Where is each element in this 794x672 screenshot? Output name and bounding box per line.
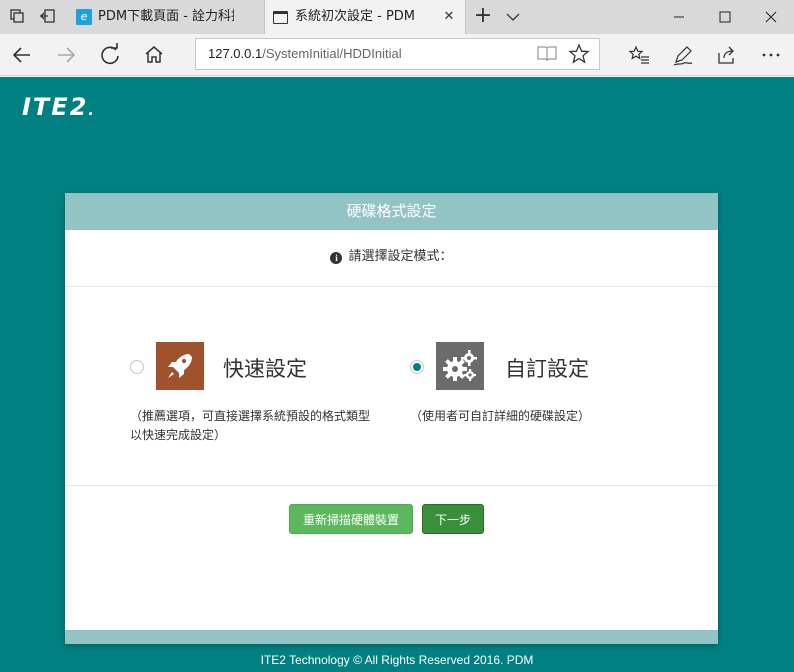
minimize-button[interactable]: [656, 0, 702, 34]
custom-setup-description: （使用者可自訂詳細的硬碟設定）: [410, 409, 591, 423]
tab-preview-icon[interactable]: [8, 8, 26, 26]
url-path: /SystemInitial/HDDInitial: [262, 46, 402, 61]
refresh-icon[interactable]: [96, 41, 124, 69]
rocket-icon[interactable]: [156, 342, 204, 390]
share-icon[interactable]: [716, 44, 738, 66]
close-window-button[interactable]: [748, 0, 794, 34]
favorite-star-icon[interactable]: [568, 43, 590, 69]
info-icon: i: [330, 252, 343, 264]
gears-icon[interactable]: [436, 342, 484, 390]
custom-setup-radio[interactable]: [410, 360, 424, 374]
web-note-pen-icon[interactable]: [672, 44, 694, 66]
page-footer: ITE2 Technology © All Rights Reserved 20…: [260, 653, 534, 667]
mode-prompt: i 請選擇設定模式：: [65, 246, 718, 268]
custom-setup-label[interactable]: 自訂設定: [505, 353, 589, 383]
tab-title: 系統初次設定 - PDM: [295, 9, 416, 24]
card-title: 硬碟格式設定: [65, 193, 718, 230]
card-footer-bar: [65, 630, 718, 644]
browser-tab-strip: e PDM下載頁面 - 詮力科技ITE 系統初次設定 - PDM ✕ +: [0, 0, 794, 34]
page-content: ITE2. 硬碟格式設定 i 請選擇設定模式： 快速設定 （推薦選項，可直接選擇系…: [0, 77, 794, 672]
tab-title: PDM下載頁面 - 詮力科技ITE: [98, 9, 234, 24]
url-text[interactable]: 127.0.0.1/SystemInitial/HDDInitial: [208, 39, 402, 69]
url-host: 127.0.0.1: [208, 46, 263, 61]
rescan-hardware-button[interactable]: 重新掃描硬體裝置: [289, 504, 413, 534]
mode-prompt-text: 請選擇設定模式：: [348, 249, 453, 264]
divider: [65, 286, 718, 287]
favorites-hub-icon[interactable]: [628, 44, 650, 66]
tab-pdm-download[interactable]: e PDM下載頁面 - 詮力科技ITE: [68, 0, 264, 34]
divider: [65, 485, 718, 486]
browser-nav-bar: 127.0.0.1/SystemInitial/HDDInitial: [0, 34, 794, 76]
reading-view-icon[interactable]: [536, 44, 558, 68]
page-favicon-icon: [273, 11, 288, 24]
address-bar[interactable]: 127.0.0.1/SystemInitial/HDDInitial: [195, 38, 600, 70]
more-options-icon[interactable]: [760, 44, 782, 66]
hdd-format-card: 硬碟格式設定 i 請選擇設定模式： 快速設定 （推薦選項，可直接選擇系統預設的格式…: [65, 193, 718, 644]
back-arrow-icon[interactable]: [8, 41, 36, 69]
quick-setup-radio[interactable]: [130, 360, 144, 374]
edge-favicon-icon: e: [76, 9, 92, 25]
ite2-logo: ITE2.: [22, 93, 96, 121]
next-button[interactable]: 下一步: [422, 504, 484, 534]
close-tab-icon[interactable]: ✕: [441, 0, 457, 34]
new-tab-button[interactable]: +: [472, 4, 494, 30]
forward-arrow-icon[interactable]: [52, 41, 80, 69]
maximize-button[interactable]: [702, 0, 748, 34]
set-tabs-aside-icon[interactable]: [38, 8, 56, 26]
quick-setup-label[interactable]: 快速設定: [223, 353, 307, 383]
tab-system-initial[interactable]: 系統初次設定 - PDM ✕: [264, 0, 466, 34]
chevron-down-icon[interactable]: [504, 8, 522, 26]
home-icon[interactable]: [140, 41, 168, 69]
quick-setup-description: （推薦選項，可直接選擇系統預設的格式類型以快速完成設定）: [130, 409, 371, 442]
